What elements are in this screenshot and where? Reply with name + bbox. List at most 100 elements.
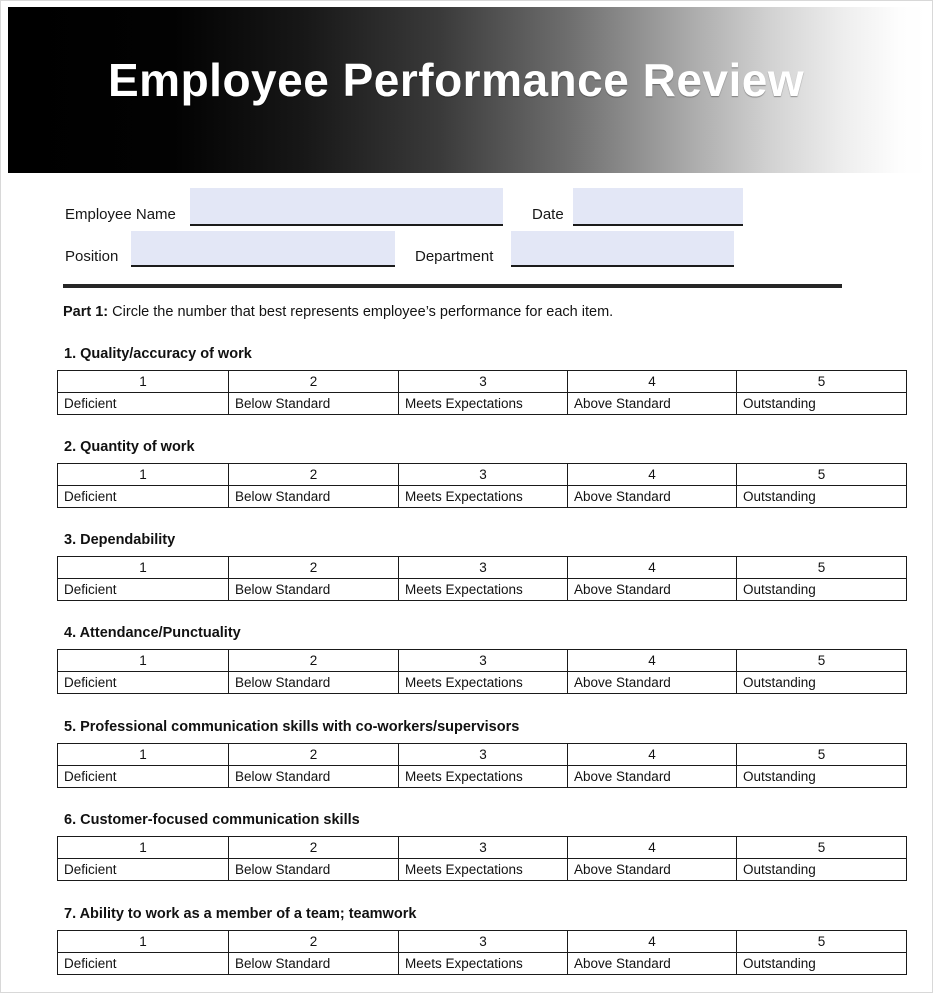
rating-label-cell: Outstanding bbox=[736, 392, 907, 415]
position-rule bbox=[131, 265, 395, 267]
rating-score-cell[interactable]: 3 bbox=[398, 556, 568, 579]
rating-label-cell: Meets Expectations bbox=[398, 671, 568, 694]
position-label: Position bbox=[65, 248, 119, 265]
rating-label-cell: Meets Expectations bbox=[398, 858, 568, 881]
rating-score-cell[interactable]: 3 bbox=[398, 836, 568, 859]
rating-label-cell: Deficient bbox=[57, 765, 229, 788]
rating-label-cell: Above Standard bbox=[567, 858, 737, 881]
rating-score-cell[interactable]: 4 bbox=[567, 556, 737, 579]
rating-score-cell[interactable]: 1 bbox=[57, 370, 229, 393]
rating-score-cell[interactable]: 2 bbox=[228, 370, 399, 393]
rating-score-cell[interactable]: 5 bbox=[736, 836, 907, 859]
rating-label-cell: Below Standard bbox=[228, 952, 399, 975]
rating-score-cell[interactable]: 5 bbox=[736, 463, 907, 486]
document-page: Employee Performance Review Employee Nam… bbox=[0, 0, 933, 993]
rating-score-cell[interactable]: 4 bbox=[567, 649, 737, 672]
rating-score-cell[interactable]: 3 bbox=[398, 463, 568, 486]
rating-item-title: 4. Attendance/Punctuality bbox=[64, 625, 241, 641]
rating-label-cell: Outstanding bbox=[736, 578, 907, 601]
rating-score-cell[interactable]: 3 bbox=[398, 743, 568, 766]
rating-label-row: Deficient Below Standard Meets Expectation… bbox=[57, 671, 907, 694]
rating-scale-table: 1 2 3 4 5 Deficient Below Standard Meets Expect… bbox=[57, 463, 907, 508]
rating-score-cell[interactable]: 2 bbox=[228, 930, 399, 953]
rating-label-cell: Meets Expectations bbox=[398, 952, 568, 975]
rating-label-row: Deficient Below Standard Meets Expectation… bbox=[57, 765, 907, 788]
rating-score-cell[interactable]: 5 bbox=[736, 743, 907, 766]
rating-score-cell[interactable]: 3 bbox=[398, 649, 568, 672]
rating-label-cell: Outstanding bbox=[736, 858, 907, 881]
rating-score-cell[interactable]: 4 bbox=[567, 836, 737, 859]
rating-label-cell: Above Standard bbox=[567, 578, 737, 601]
employee-name-label: Employee Name bbox=[65, 206, 176, 223]
rating-score-row: 12345 bbox=[57, 930, 907, 953]
employee-name-rule bbox=[190, 224, 503, 226]
rating-score-row: 12345 bbox=[57, 556, 907, 579]
rating-score-cell[interactable]: 2 bbox=[228, 556, 399, 579]
rating-score-cell[interactable]: 1 bbox=[57, 463, 229, 486]
rating-score-cell[interactable]: 4 bbox=[567, 463, 737, 486]
rating-item-title: 5. Professional communication skills wit… bbox=[64, 719, 520, 735]
rating-label-cell: Meets Expectations bbox=[398, 392, 568, 415]
rating-label-cell: Meets Expectations bbox=[398, 578, 568, 601]
employee-info-form: Employee Name Date Position Department bbox=[1, 173, 932, 293]
rating-score-row: 12345 bbox=[57, 836, 907, 859]
rating-label-cell: Deficient bbox=[57, 392, 229, 415]
department-input[interactable] bbox=[511, 231, 734, 265]
rating-score-cell[interactable]: 4 bbox=[567, 743, 737, 766]
date-rule bbox=[573, 224, 743, 226]
rating-score-cell[interactable]: 1 bbox=[57, 930, 229, 953]
rating-score-cell[interactable]: 2 bbox=[228, 836, 399, 859]
rating-score-row: 12345 bbox=[57, 370, 907, 393]
rating-label-cell: Below Standard bbox=[228, 578, 399, 601]
rating-score-cell[interactable]: 1 bbox=[57, 836, 229, 859]
department-label: Department bbox=[415, 248, 494, 265]
rating-score-cell[interactable]: 2 bbox=[228, 743, 399, 766]
rating-item-title: 3. Dependability bbox=[64, 532, 176, 548]
date-input[interactable] bbox=[573, 188, 743, 224]
rating-score-row: 12345 bbox=[57, 743, 907, 766]
department-rule bbox=[511, 265, 734, 267]
rating-scale-table: 1 2 3 4 5 Deficient Below Standard Meets Expect… bbox=[57, 556, 907, 601]
date-label: Date bbox=[532, 206, 564, 223]
part-1-text: Circle the number that best represents e… bbox=[108, 304, 614, 320]
rating-label-row: Deficient Below Standard Meets Expectation… bbox=[57, 578, 907, 601]
rating-scale-table: 1 2 3 4 5 Deficient Below Standard Meets Expect… bbox=[57, 930, 907, 975]
rating-item-title: 7. Ability to work as a member of a team… bbox=[64, 906, 417, 922]
rating-score-cell[interactable]: 4 bbox=[567, 930, 737, 953]
rating-label-cell: Deficient bbox=[57, 671, 229, 694]
rating-score-cell[interactable]: 5 bbox=[736, 930, 907, 953]
rating-label-cell: Below Standard bbox=[228, 671, 399, 694]
section-divider bbox=[63, 284, 842, 288]
rating-label-row: Deficient Below Standard Meets Expectation… bbox=[57, 952, 907, 975]
rating-score-cell[interactable]: 3 bbox=[398, 930, 568, 953]
rating-label-cell: Above Standard bbox=[567, 671, 737, 694]
position-input[interactable] bbox=[131, 231, 395, 265]
rating-score-cell[interactable]: 1 bbox=[57, 556, 229, 579]
header-banner: Employee Performance Review bbox=[8, 7, 927, 173]
rating-label-cell: Deficient bbox=[57, 952, 229, 975]
rating-score-cell[interactable]: 2 bbox=[228, 649, 399, 672]
rating-score-cell[interactable]: 2 bbox=[228, 463, 399, 486]
rating-label-row: Deficient Below Standard Meets Expectation… bbox=[57, 485, 907, 508]
rating-score-cell[interactable]: 5 bbox=[736, 649, 907, 672]
rating-label-cell: Outstanding bbox=[736, 952, 907, 975]
rating-label-cell: Below Standard bbox=[228, 392, 399, 415]
rating-score-cell[interactable]: 5 bbox=[736, 370, 907, 393]
rating-scale-table: 1 2 3 4 5 Deficient Below Standard Meets Expect… bbox=[57, 370, 907, 415]
rating-label-cell: Deficient bbox=[57, 858, 229, 881]
rating-score-cell[interactable]: 1 bbox=[57, 743, 229, 766]
rating-score-cell[interactable]: 1 bbox=[57, 649, 229, 672]
rating-label-cell: Above Standard bbox=[567, 952, 737, 975]
rating-score-cell[interactable]: 5 bbox=[736, 556, 907, 579]
employee-name-input[interactable] bbox=[190, 188, 503, 224]
page-title: Employee Performance Review bbox=[108, 54, 805, 106]
rating-score-cell[interactable]: 3 bbox=[398, 370, 568, 393]
rating-item-title: 6. Customer-focused communication skills bbox=[64, 812, 360, 828]
rating-label-cell: Below Standard bbox=[228, 765, 399, 788]
rating-score-cell[interactable]: 4 bbox=[567, 370, 737, 393]
rating-label-cell: Below Standard bbox=[228, 858, 399, 881]
rating-score-row: 12345 bbox=[57, 463, 907, 486]
rating-label-cell: Above Standard bbox=[567, 392, 737, 415]
rating-scale-table: 1 2 3 4 5 Deficient Below Standard Meets Expect… bbox=[57, 743, 907, 788]
rating-label-cell: Deficient bbox=[57, 578, 229, 601]
